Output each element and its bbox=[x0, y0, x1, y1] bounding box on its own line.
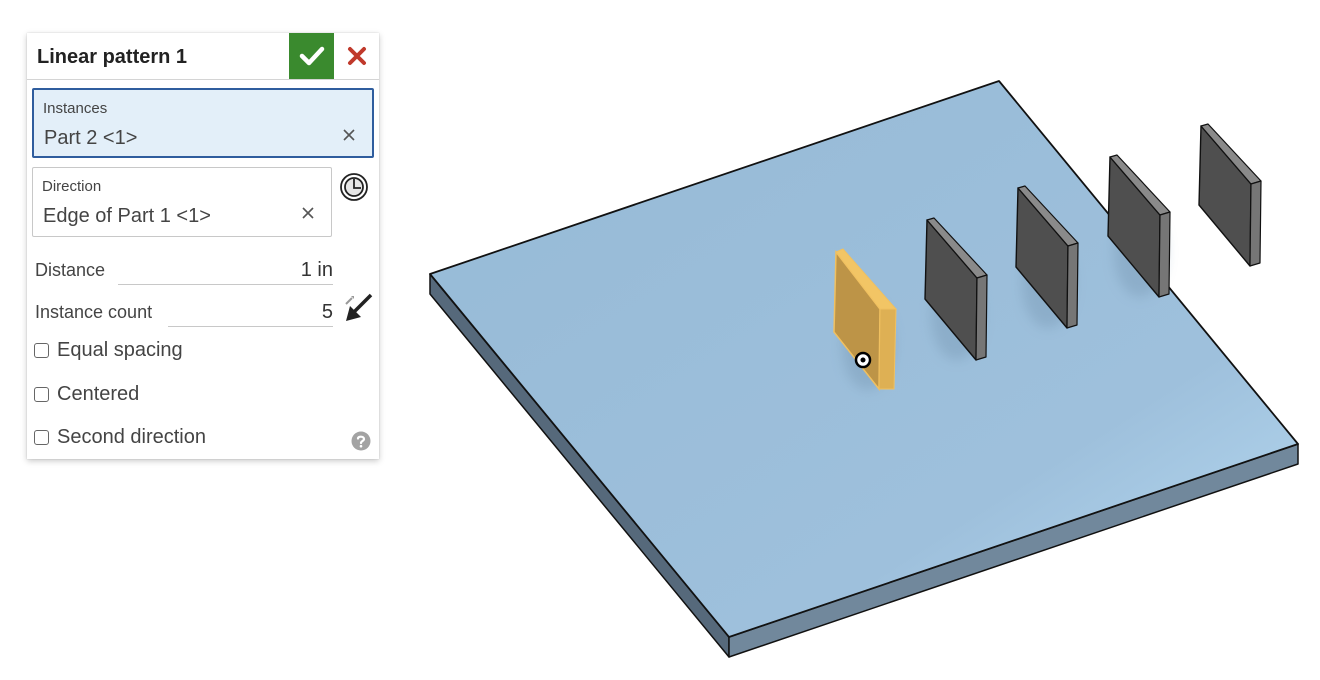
checkmark-icon bbox=[299, 46, 324, 66]
pattern-instance-5[interactable] bbox=[1198, 123, 1262, 267]
clear-direction-icon[interactable] bbox=[301, 206, 315, 220]
cancel-button[interactable] bbox=[339, 33, 375, 79]
equal-spacing-label: Equal spacing bbox=[57, 339, 183, 361]
equal-spacing-option[interactable]: Equal spacing bbox=[34, 339, 183, 362]
second-direction-checkbox[interactable] bbox=[34, 430, 49, 445]
instances-value: Part 2 <1> bbox=[44, 127, 138, 149]
instances-label: Instances bbox=[43, 100, 108, 117]
direction-label: Direction bbox=[42, 178, 102, 195]
help-question-icon[interactable] bbox=[351, 431, 371, 451]
distance-input[interactable]: 1 in bbox=[118, 256, 333, 285]
second-direction-label: Second direction bbox=[57, 426, 206, 448]
instance-side bbox=[975, 274, 988, 361]
centered-checkbox[interactable] bbox=[34, 387, 49, 402]
equal-spacing-checkbox[interactable] bbox=[34, 343, 49, 358]
clear-instances-icon[interactable] bbox=[342, 128, 356, 142]
origin-marker-icon[interactable] bbox=[854, 351, 872, 369]
dialog-title: Linear pattern 1 bbox=[37, 46, 188, 68]
direction-clock-icon[interactable] bbox=[339, 172, 369, 202]
instance-count-input[interactable]: 5 bbox=[168, 298, 333, 327]
instances-field[interactable]: Instances Part 2 <1> bbox=[32, 88, 374, 158]
distance-label: Distance bbox=[35, 260, 106, 280]
dialog-header: Linear pattern 1 bbox=[27, 33, 379, 80]
second-direction-option[interactable]: Second direction bbox=[34, 426, 206, 449]
instance-side bbox=[1249, 180, 1262, 267]
accept-button[interactable] bbox=[289, 33, 334, 79]
instance-count-label: Instance count bbox=[35, 302, 153, 322]
direction-value: Edge of Part 1 <1> bbox=[43, 205, 211, 227]
linear-pattern-dialog: Linear pattern 1 Instances Part 2 <1> Di… bbox=[27, 33, 379, 459]
selected-part-side bbox=[878, 308, 897, 390]
centered-option[interactable]: Centered bbox=[34, 383, 139, 406]
instance-side bbox=[1158, 211, 1171, 298]
flip-direction-arrow-icon[interactable] bbox=[342, 291, 376, 325]
close-x-icon bbox=[348, 47, 366, 65]
direction-field[interactable]: Direction Edge of Part 1 <1> bbox=[32, 167, 332, 237]
centered-label: Centered bbox=[57, 383, 140, 405]
instance-side bbox=[1066, 242, 1079, 329]
